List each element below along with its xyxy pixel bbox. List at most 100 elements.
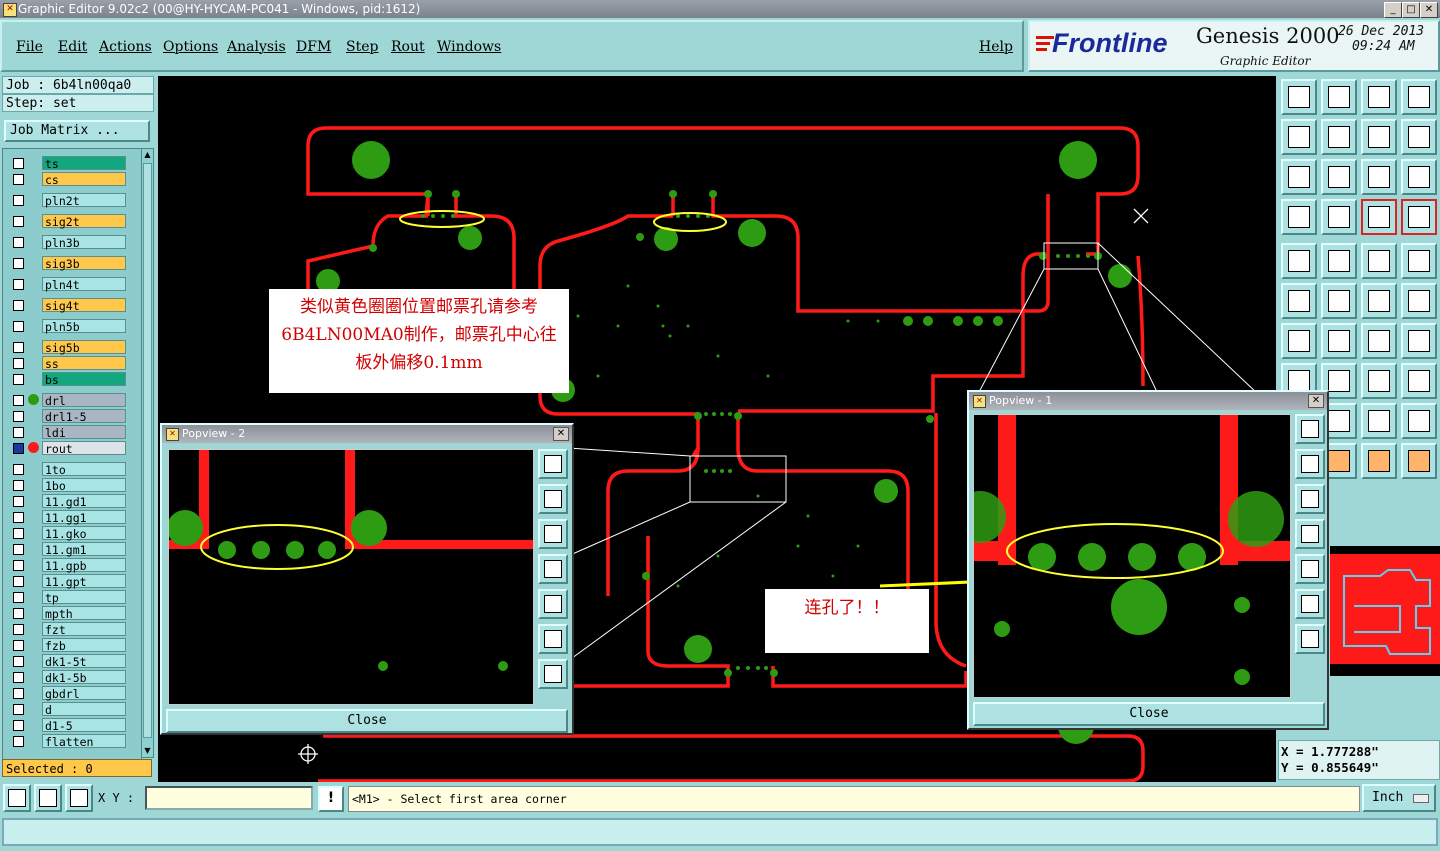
zoom-window-button[interactable] <box>34 784 62 812</box>
popview-1-x-button[interactable]: ✕ <box>1308 394 1324 408</box>
layer-row-dk1-5t[interactable]: dk1-5t <box>9 654 127 669</box>
tool-split-view-button[interactable] <box>1401 79 1437 115</box>
layer-checkbox[interactable] <box>13 279 24 290</box>
tool-scale-1-2-button[interactable] <box>1361 159 1397 195</box>
layer-row-dk1-5b[interactable]: dk1-5b <box>9 670 127 685</box>
tool-center-button[interactable] <box>1321 159 1357 195</box>
layer-checkbox[interactable] <box>13 374 24 385</box>
popview-pan-left-button[interactable] <box>1295 519 1325 549</box>
tool-home-view-button[interactable] <box>1281 79 1317 115</box>
layer-row-11.gpb[interactable]: 11.gpb <box>9 558 127 573</box>
layer-row-pln2t[interactable]: pln2t <box>9 193 127 208</box>
tool-move-pad-button[interactable] <box>1361 283 1397 319</box>
layer-checkbox[interactable] <box>13 512 24 523</box>
popview-1-close-button[interactable]: Close <box>973 702 1325 726</box>
layer-row-flatten[interactable]: flatten <box>9 734 127 749</box>
tool-delete-pad-button[interactable] <box>1321 283 1357 319</box>
layer-checkbox[interactable] <box>13 592 24 603</box>
popview-pan-up-button[interactable] <box>1295 449 1325 479</box>
layer-row-11.gko[interactable]: 11.gko <box>9 526 127 541</box>
menu-dfm[interactable]: DFM <box>296 39 331 55</box>
layer-checkbox[interactable] <box>13 736 24 747</box>
layer-row-pln5b[interactable]: pln5b <box>9 319 127 334</box>
layer-row-11.gpt[interactable]: 11.gpt <box>9 574 127 589</box>
layer-row-tp[interactable]: tp <box>9 590 127 605</box>
layer-checkbox[interactable] <box>13 174 24 185</box>
popview-2-titlebar[interactable]: ✕ Popview - 2 ✕ <box>162 425 572 443</box>
layer-row-pln3b[interactable]: pln3b <box>9 235 127 250</box>
layer-row-fzb[interactable]: fzb <box>9 638 127 653</box>
layer-checkbox[interactable] <box>13 480 24 491</box>
tool-connect-pads-button[interactable] <box>1281 283 1317 319</box>
tool-line-edit-button[interactable] <box>1321 323 1357 359</box>
layer-row-11.gd1[interactable]: 11.gd1 <box>9 494 127 509</box>
scroll-down-icon[interactable]: ▼ <box>143 747 152 755</box>
close-window-button[interactable]: ✕ <box>1420 2 1438 18</box>
layer-checkbox[interactable] <box>13 704 24 715</box>
tool-measure-button[interactable] <box>1281 199 1317 235</box>
tool-redraw-button[interactable] <box>1401 119 1437 155</box>
layer-checkbox[interactable] <box>13 624 24 635</box>
tool-drill-button[interactable] <box>1401 403 1437 439</box>
menu-file[interactable]: File <box>16 39 43 55</box>
tool-zoom-home-button[interactable] <box>1321 79 1357 115</box>
menu-windows[interactable]: Windows <box>437 39 501 55</box>
tool-house-button[interactable] <box>1361 79 1397 115</box>
popview-zoom-in-button[interactable] <box>1295 589 1325 619</box>
popview-pan-up-button[interactable] <box>538 484 568 514</box>
units-selector[interactable]: Inch <box>1362 784 1436 812</box>
tool-fit-screen-button[interactable] <box>1281 159 1317 195</box>
layer-checkbox[interactable] <box>13 443 24 454</box>
layer-row-fzt[interactable]: fzt <box>9 622 127 637</box>
popview-2-window[interactable]: ✕ Popview - 2 ✕ Close <box>160 423 574 735</box>
layer-checkbox[interactable] <box>13 342 24 353</box>
layer-checkbox[interactable] <box>13 656 24 667</box>
alert-button[interactable]: ! <box>318 786 344 812</box>
layer-row-sig5b[interactable]: sig5b <box>9 340 127 355</box>
tool-select-pad-button[interactable] <box>1281 243 1317 279</box>
grid-snap-button[interactable] <box>65 784 93 812</box>
layer-row-drl[interactable]: drl <box>9 393 127 408</box>
maximize-button[interactable]: □ <box>1402 2 1420 18</box>
tool-dashed-select-button[interactable] <box>1401 243 1437 279</box>
tool-resize-button[interactable] <box>1361 363 1397 399</box>
layer-checkbox[interactable] <box>13 395 24 406</box>
layer-checkbox[interactable] <box>13 688 24 699</box>
layer-checkbox[interactable] <box>13 560 24 571</box>
layer-row-d1-5[interactable]: d1-5 <box>9 718 127 733</box>
xy-input[interactable] <box>145 786 313 810</box>
layer-row-pln4t[interactable]: pln4t <box>9 277 127 292</box>
popview-2-x-button[interactable]: ✕ <box>553 427 569 441</box>
layer-checkbox[interactable] <box>13 544 24 555</box>
tool-route-button[interactable] <box>1361 403 1397 439</box>
layer-row-bs[interactable]: bs <box>9 372 127 387</box>
popview-zoom-out-button[interactable] <box>1295 624 1325 654</box>
layer-row-1to[interactable]: 1to <box>9 462 127 477</box>
menu-help[interactable]: Help <box>979 39 1013 55</box>
popview-1-canvas[interactable] <box>973 414 1291 698</box>
layer-row-gbdrl[interactable]: gbdrl <box>9 686 127 701</box>
tool-fill-button[interactable] <box>1401 363 1437 399</box>
layer-row-d[interactable]: d <box>9 702 127 717</box>
popview-pan-down-button[interactable] <box>538 519 568 549</box>
minimize-button[interactable]: _ <box>1384 2 1402 18</box>
layer-row-mpth[interactable]: mpth <box>9 606 127 621</box>
popview-pan-left-button[interactable] <box>538 554 568 584</box>
layer-checkbox[interactable] <box>13 608 24 619</box>
popview-pan-right-button[interactable] <box>538 589 568 619</box>
layer-checkbox[interactable] <box>13 321 24 332</box>
layer-checkbox[interactable] <box>13 640 24 651</box>
layer-row-rout[interactable]: rout <box>9 441 127 456</box>
layer-checkbox[interactable] <box>13 528 24 539</box>
layer-checkbox[interactable] <box>13 216 24 227</box>
popview-zoom-fit-button[interactable] <box>538 449 568 479</box>
popview-pan-down-button[interactable] <box>1295 484 1325 514</box>
layer-checkbox[interactable] <box>13 237 24 248</box>
popview-2-close-button[interactable]: Close <box>166 709 568 733</box>
popview-zoom-out-button[interactable] <box>538 659 568 689</box>
layer-checkbox[interactable] <box>13 411 24 422</box>
layer-checkbox[interactable] <box>13 496 24 507</box>
layer-checkbox[interactable] <box>13 576 24 587</box>
layer-checkbox[interactable] <box>13 300 24 311</box>
tool-arc-button[interactable] <box>1361 323 1397 359</box>
